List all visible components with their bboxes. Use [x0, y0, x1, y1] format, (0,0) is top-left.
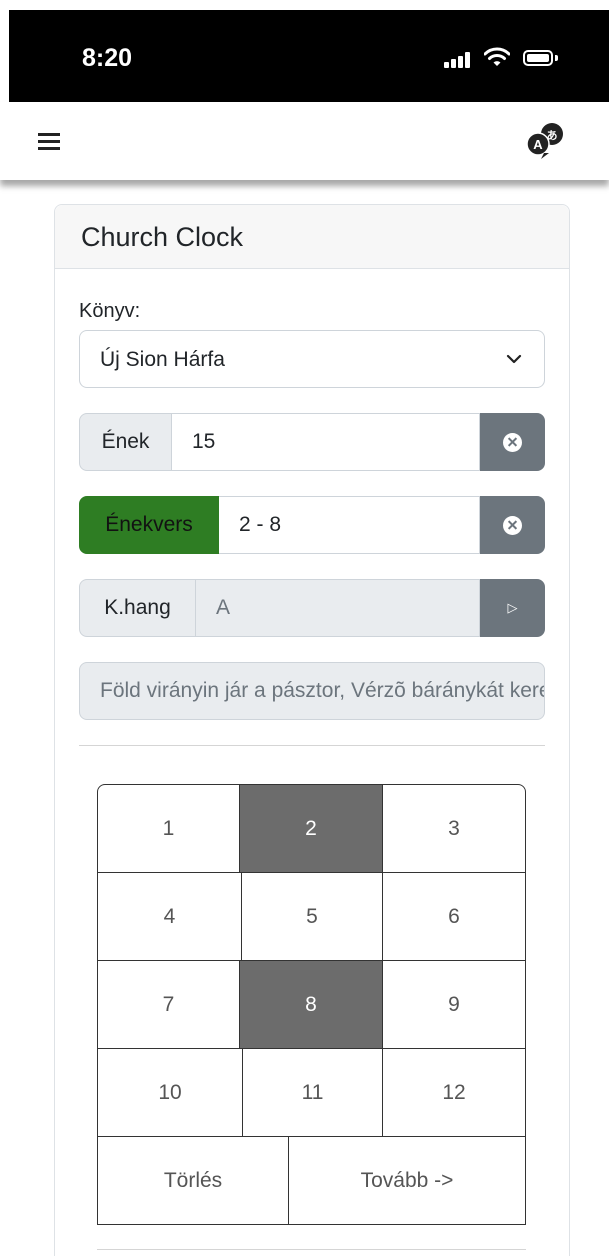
verse-cell-7[interactable]: 7: [97, 960, 240, 1049]
verse-cell-2[interactable]: 2: [239, 784, 383, 873]
song-label: Ének: [79, 413, 172, 471]
svg-text:A: A: [533, 137, 543, 152]
verse-cell-11[interactable]: 11: [242, 1048, 383, 1137]
card-header: Church Clock: [55, 205, 569, 269]
key-input: A: [196, 579, 480, 637]
play-key-button[interactable]: ▷: [480, 579, 545, 637]
play-icon: ▷: [507, 600, 518, 615]
book-label: Könyv:: [79, 300, 141, 322]
svg-text:あ: あ: [547, 129, 558, 142]
close-circle-icon: [503, 432, 522, 452]
verse-cell-9[interactable]: 9: [382, 960, 526, 1049]
verses-input-group: Énekvers 2 - 8: [79, 496, 545, 554]
top-navbar: [0, 102, 609, 180]
battery-tip: [555, 55, 558, 61]
book-select-value: Új Sion Hárfa: [100, 348, 225, 371]
divider-bottom: [97, 1249, 526, 1250]
key-input-group: K.hang A ▷: [79, 579, 545, 637]
verse-cell-5[interactable]: 5: [241, 872, 383, 961]
clear-verses-button[interactable]: [480, 496, 545, 554]
song-input-group: Ének 15: [79, 413, 545, 471]
verse-cell-6[interactable]: 6: [382, 872, 526, 961]
verse-cell-10[interactable]: 10: [97, 1048, 243, 1137]
verse-cell-12[interactable]: 12: [382, 1048, 526, 1137]
translate-icon[interactable]: A あ: [522, 120, 568, 160]
book-select[interactable]: Új Sion Hárfa: [79, 330, 545, 388]
close-circle-icon: [503, 515, 522, 535]
card-title: Church Clock: [81, 222, 244, 252]
cellular-signal-icon: [444, 52, 474, 68]
divider: [79, 745, 545, 746]
status-time: 8:20: [82, 44, 133, 72]
verse-cell-1[interactable]: 1: [97, 784, 240, 873]
chevron-down-icon: [506, 354, 522, 364]
clear-button[interactable]: Törlés: [97, 1136, 289, 1225]
verses-label: Énekvers: [79, 496, 219, 554]
verse-cell-3[interactable]: 3: [382, 784, 526, 873]
verse-grid: 1 2 3 4 5 6 7 8 9 10 11 12 Törlés Tovább…: [97, 784, 526, 1225]
verses-input[interactable]: 2 - 8: [219, 496, 480, 554]
song-title-field: Föld virányin jár a pásztor, Vérzõ bárán…: [79, 662, 545, 720]
verse-cell-4[interactable]: 4: [97, 872, 242, 961]
battery-icon: [523, 50, 553, 66]
wifi-icon: [484, 47, 510, 66]
verse-cell-8[interactable]: 8: [239, 960, 383, 1049]
clear-song-button[interactable]: [480, 413, 545, 471]
key-label: K.hang: [79, 579, 196, 637]
next-button[interactable]: Tovább ->: [288, 1136, 526, 1225]
hamburger-icon[interactable]: [38, 133, 60, 151]
song-number-input[interactable]: 15: [172, 413, 480, 471]
